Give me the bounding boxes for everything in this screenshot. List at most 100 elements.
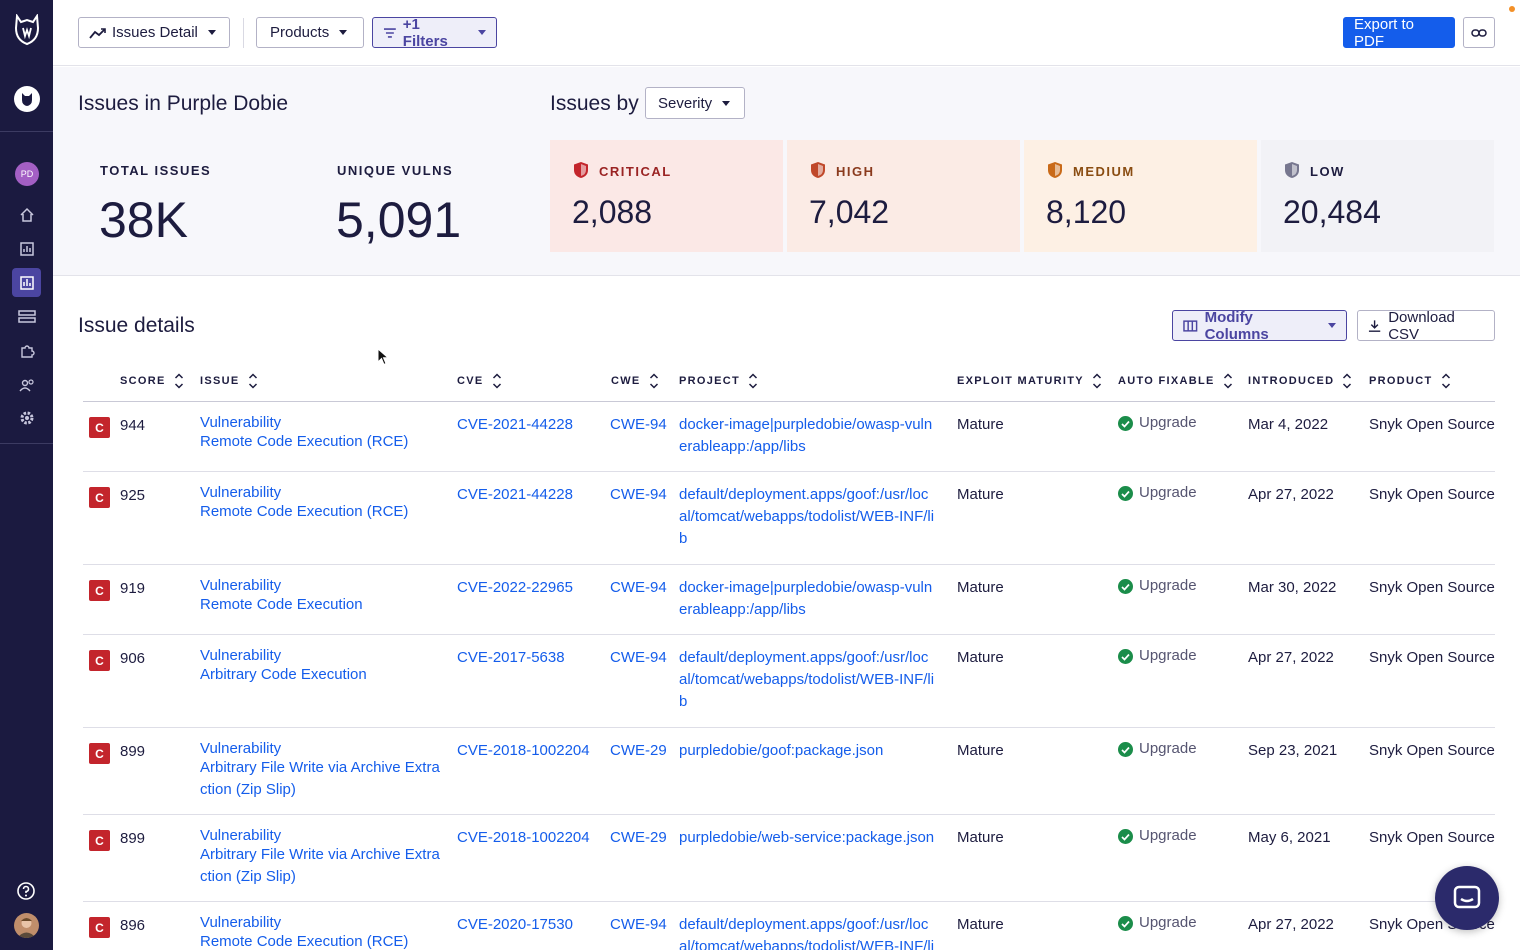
issue-title-link-cont[interactable]: ction (Zip Slip)	[200, 779, 296, 801]
project-link-cont2[interactable]: b	[679, 691, 687, 713]
products-dropdown[interactable]: Products	[256, 17, 364, 48]
column-header-cve[interactable]: CVE	[457, 372, 502, 390]
project-link-cont[interactable]: erableapp:/app/libs	[679, 436, 806, 458]
severity-card-high[interactable]: HIGH 7,042	[787, 140, 1020, 252]
sort-icon[interactable]	[748, 372, 758, 390]
issue-title-link-cont[interactable]: ction (Zip Slip)	[200, 866, 296, 888]
project-link-cont[interactable]: al/tomcat/webapps/todolist/WEB-INF/li	[679, 669, 934, 691]
table-row[interactable]: C 899 Vulnerability Arbitrary File Write vi…	[83, 728, 1495, 815]
integrations-icon[interactable]	[12, 336, 41, 365]
org-switcher-icon[interactable]	[14, 86, 40, 112]
home-icon[interactable]	[12, 200, 41, 229]
score-cell: 896	[120, 917, 146, 934]
total-issues-label: TOTAL ISSUES	[100, 163, 212, 178]
issue-title-link[interactable]: Remote Code Execution (RCE)	[200, 431, 408, 453]
cwe-link[interactable]: CWE-94	[610, 647, 667, 669]
sort-icon[interactable]	[174, 372, 184, 390]
sort-icon[interactable]	[1223, 372, 1233, 390]
project-link-cont[interactable]: al/tomcat/webapps/todolist/WEB-INF/li	[679, 936, 934, 950]
issue-title-link[interactable]: Arbitrary Code Execution	[200, 664, 367, 686]
table-row[interactable]: C 896 Vulnerability Remote Code Execution (…	[83, 902, 1495, 950]
project-link[interactable]: purpledobie/goof:package.json	[679, 740, 883, 762]
cve-link[interactable]: CVE-2017-5638	[457, 647, 565, 669]
chevron-down-icon	[1328, 323, 1336, 328]
toolbar-divider	[243, 18, 244, 48]
severity-count: 8,120	[1046, 194, 1127, 230]
column-header-label: ISSUE	[200, 375, 240, 387]
cve-link[interactable]: CVE-2020-17530	[457, 914, 573, 936]
cwe-link[interactable]: CWE-29	[610, 740, 667, 762]
table-row[interactable]: C 925 Vulnerability Remote Code Execution (…	[83, 472, 1495, 565]
cve-link[interactable]: CVE-2018-1002204	[457, 827, 590, 849]
link-icon	[1471, 28, 1487, 37]
exploit-maturity-cell: Mature	[957, 486, 1004, 503]
issue-title-link[interactable]: Remote Code Execution (RCE)	[200, 501, 408, 523]
cwe-link[interactable]: CWE-94	[610, 914, 667, 936]
exploit-maturity-cell: Mature	[957, 916, 1004, 933]
table-row[interactable]: C 899 Vulnerability Arbitrary File Write vi…	[83, 815, 1495, 902]
projects-icon[interactable]	[12, 302, 41, 331]
project-link[interactable]: default/deployment.apps/goof:/usr/loc	[679, 484, 928, 506]
cwe-link[interactable]: CWE-29	[610, 827, 667, 849]
severity-card-low[interactable]: LOW 20,484	[1261, 140, 1494, 252]
org-avatar[interactable]: PD	[15, 162, 39, 186]
cwe-link[interactable]: CWE-94	[610, 414, 667, 436]
project-link[interactable]: docker-image|purpledobie/owasp-vuln	[679, 577, 932, 599]
settings-gear-icon[interactable]	[12, 403, 41, 432]
project-link[interactable]: purpledobie/web-service:package.json	[679, 827, 934, 849]
sort-icon[interactable]	[248, 372, 258, 390]
snyk-logo-icon[interactable]	[13, 14, 41, 46]
cve-link[interactable]: CVE-2021-44228	[457, 484, 573, 506]
reports-icon[interactable]	[12, 268, 41, 297]
column-header-introduced[interactable]: INTRODUCED	[1248, 372, 1352, 390]
issue-title-link[interactable]: Remote Code Execution (RCE)	[200, 931, 408, 950]
column-header-project[interactable]: PROJECT	[679, 372, 758, 390]
user-avatar[interactable]	[14, 913, 39, 938]
column-header-cwe[interactable]: CWE	[611, 372, 659, 390]
export-pdf-button[interactable]: Export to PDF	[1343, 16, 1455, 50]
product-cell: Snyk Open Source	[1369, 829, 1495, 846]
project-link-cont[interactable]: erableapp:/app/libs	[679, 599, 806, 621]
table-row[interactable]: C 944 Vulnerability Remote Code Execution (…	[83, 402, 1495, 472]
issue-title-link[interactable]: Arbitrary File Write via Archive Extra	[200, 844, 440, 866]
cwe-link[interactable]: CWE-94	[610, 484, 667, 506]
project-link-cont[interactable]: al/tomcat/webapps/todolist/WEB-INF/li	[679, 506, 934, 528]
shield-icon	[1048, 162, 1062, 178]
column-header-issue[interactable]: ISSUE	[200, 372, 258, 390]
column-header-product[interactable]: PRODUCT	[1369, 372, 1451, 390]
project-link[interactable]: default/deployment.apps/goof:/usr/loc	[679, 914, 928, 936]
cve-link[interactable]: CVE-2021-44228	[457, 414, 573, 436]
table-row[interactable]: C 906 Vulnerability Arbitrary Code Executio…	[83, 635, 1495, 728]
project-link[interactable]: docker-image|purpledobie/owasp-vuln	[679, 414, 932, 436]
cwe-link[interactable]: CWE-94	[610, 577, 667, 599]
sort-icon[interactable]	[1342, 372, 1352, 390]
members-icon[interactable]	[12, 370, 41, 399]
filters-dropdown[interactable]: +1 Filters	[372, 16, 497, 50]
column-header-label: INTRODUCED	[1248, 375, 1335, 387]
severity-card-medium[interactable]: MEDIUM 8,120	[1024, 140, 1257, 252]
column-header-auto-fixable[interactable]: AUTO FIXABLE	[1118, 372, 1233, 390]
sort-icon[interactable]	[492, 372, 502, 390]
column-header-score[interactable]: SCORE	[120, 372, 184, 390]
cve-link[interactable]: CVE-2022-22965	[457, 577, 573, 599]
sort-icon[interactable]	[649, 372, 659, 390]
copy-link-button[interactable]	[1463, 17, 1495, 48]
chat-launcher-button[interactable]	[1435, 866, 1499, 930]
modify-columns-button[interactable]: Modify Columns	[1172, 309, 1347, 343]
sort-icon[interactable]	[1092, 372, 1102, 390]
dashboard-icon[interactable]	[12, 234, 41, 263]
report-type-dropdown[interactable]: Issues Detail	[78, 17, 230, 48]
total-issues-value: 38K	[99, 192, 188, 248]
help-icon[interactable]	[16, 881, 36, 901]
severity-card-critical[interactable]: CRITICAL 2,088	[550, 140, 783, 252]
download-csv-button[interactable]: Download CSV	[1357, 309, 1495, 343]
issue-title-link[interactable]: Arbitrary File Write via Archive Extra	[200, 757, 440, 779]
sort-icon[interactable]	[1441, 372, 1451, 390]
issue-title-link[interactable]: Remote Code Execution	[200, 594, 363, 616]
group-by-dropdown[interactable]: Severity	[645, 87, 745, 119]
column-header-exploit-maturity[interactable]: EXPLOIT MATURITY	[957, 372, 1102, 390]
table-row[interactable]: C 919 Vulnerability Remote Code Execution CV…	[83, 565, 1495, 635]
cve-link[interactable]: CVE-2018-1002204	[457, 740, 590, 762]
project-link[interactable]: default/deployment.apps/goof:/usr/loc	[679, 647, 928, 669]
project-link-cont2[interactable]: b	[679, 528, 687, 550]
